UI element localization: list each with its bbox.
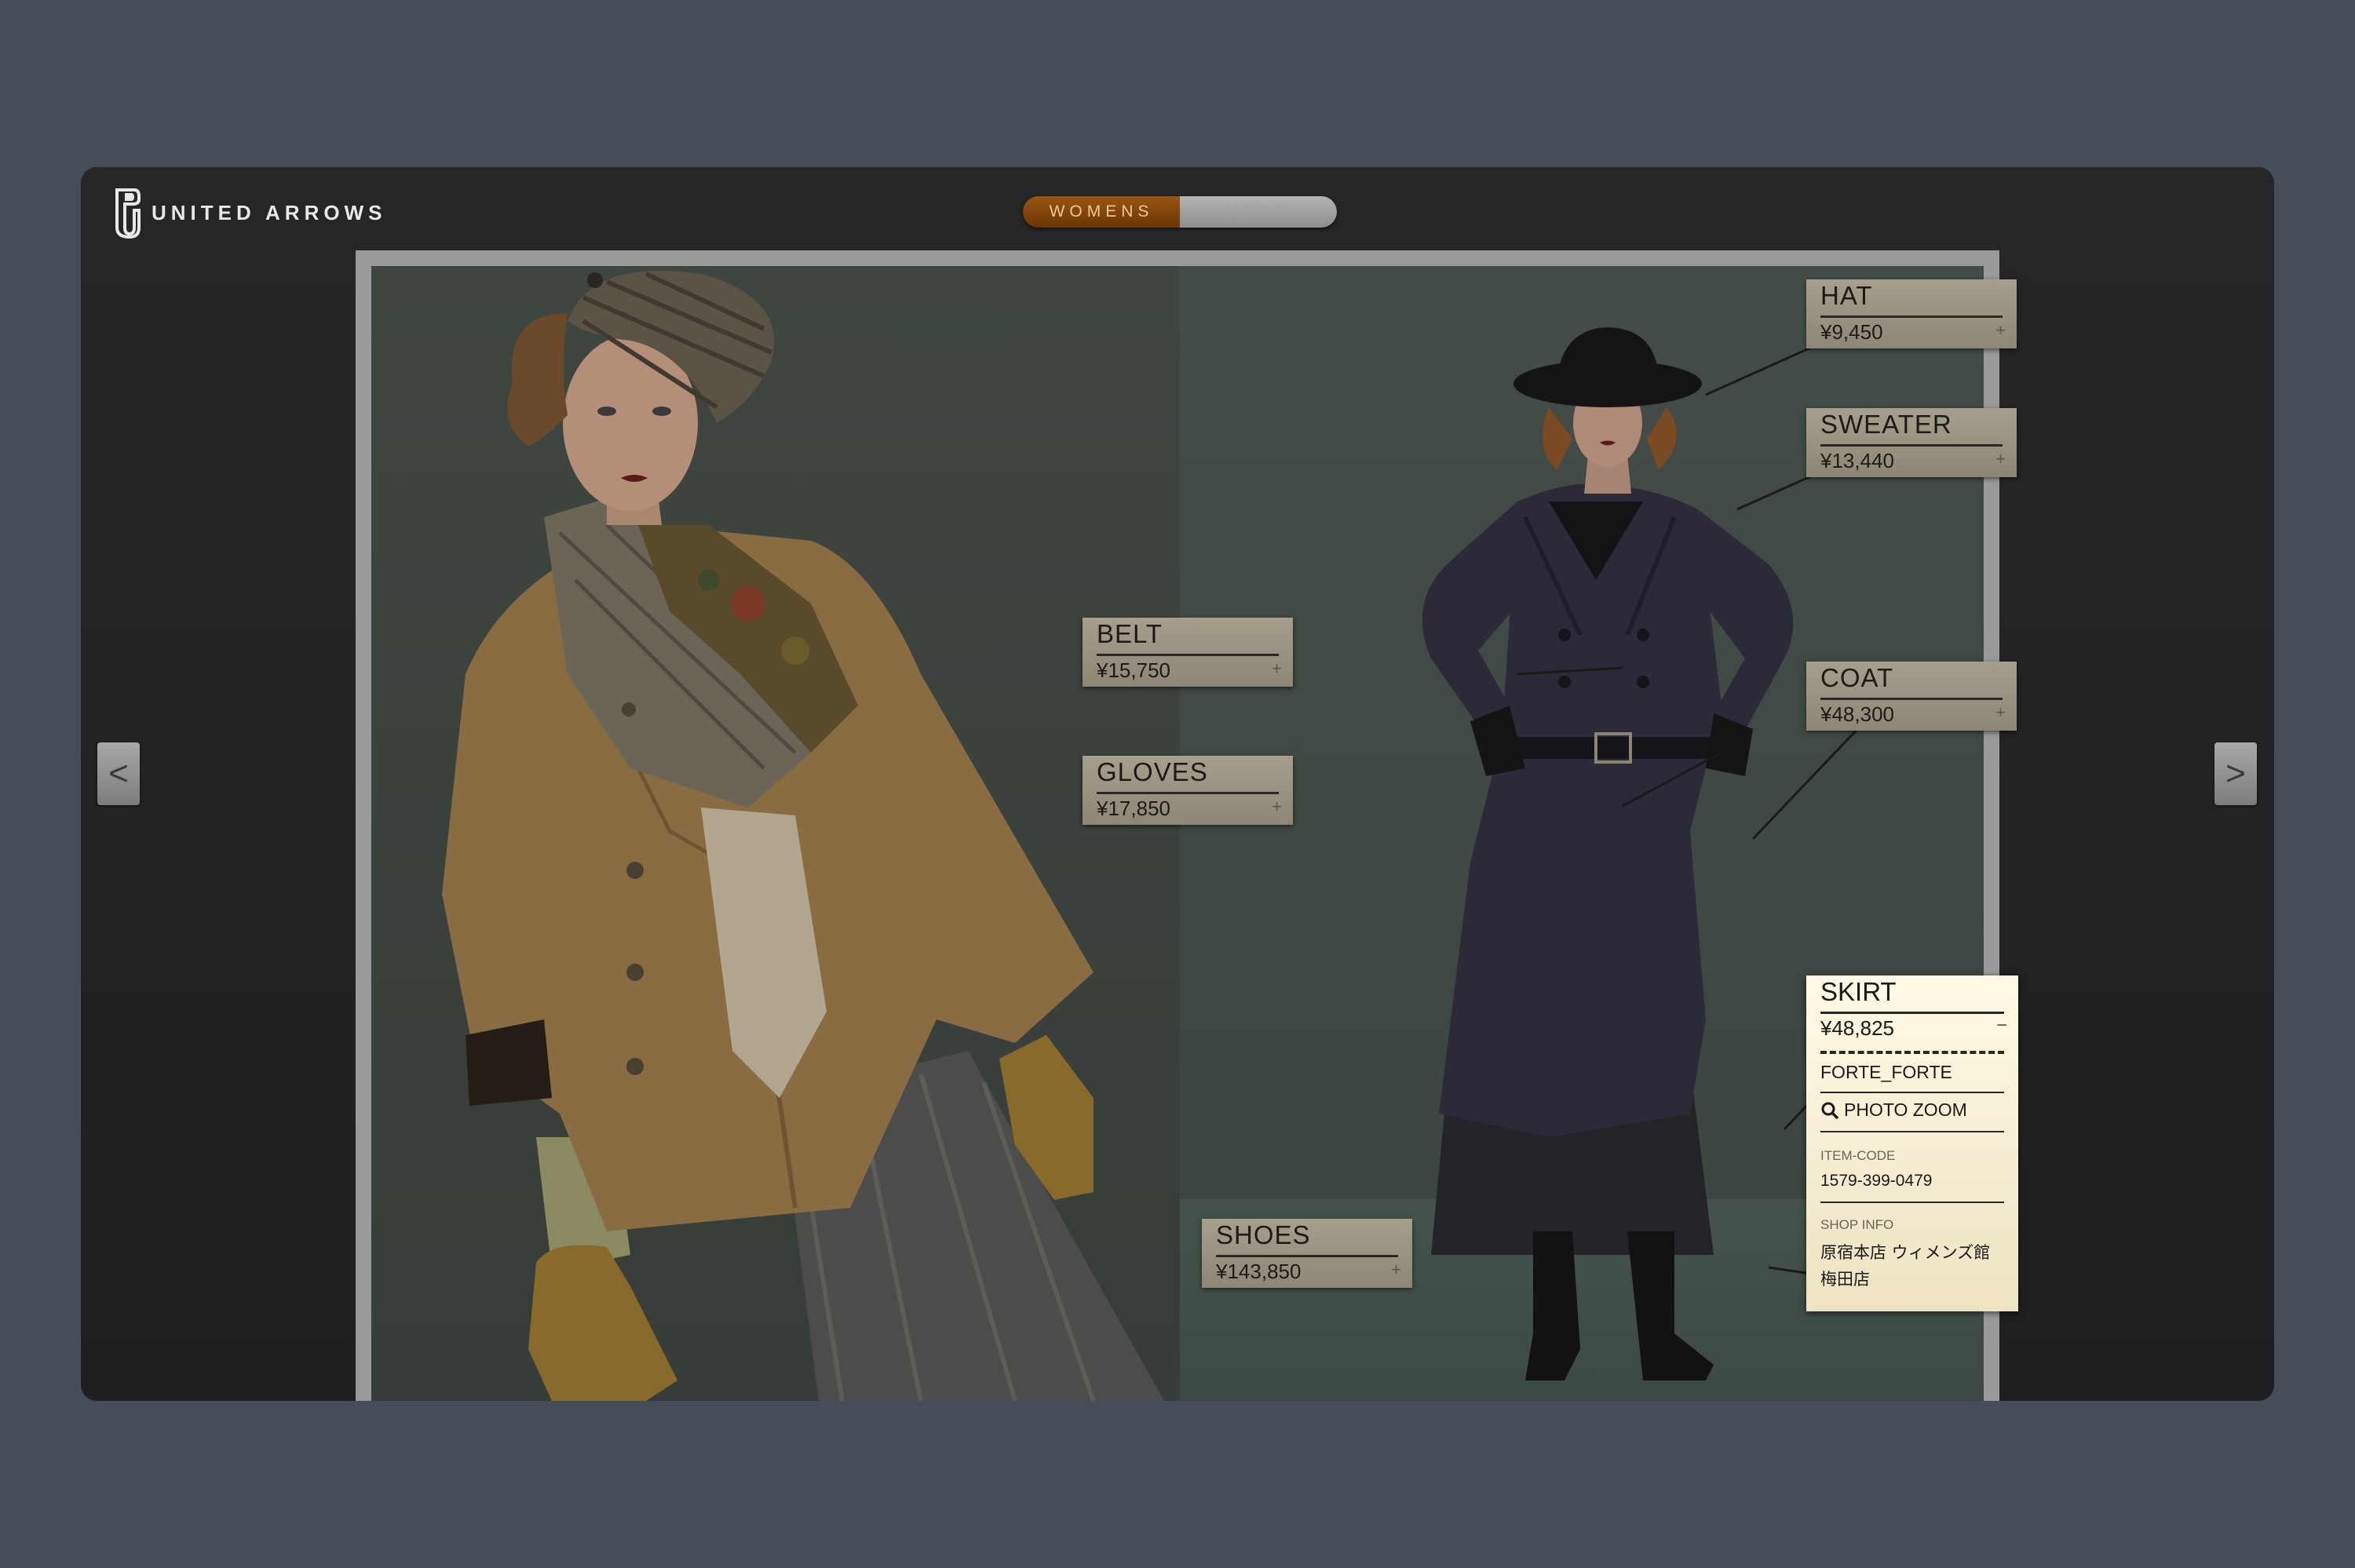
expand-icon[interactable]: + — [1272, 797, 1282, 817]
left-model-figure — [442, 271, 1164, 1401]
item-brand[interactable]: FORTE_FORTE — [1820, 1062, 1952, 1083]
next-button[interactable]: > — [2214, 742, 2257, 805]
tag-price: ¥15,750 — [1097, 658, 1170, 682]
divider — [1820, 1202, 2004, 1203]
tag-name: HAT — [1820, 281, 1873, 310]
tag-divider — [1820, 315, 2003, 318]
tab-mens[interactable]: MENS — [1180, 196, 1337, 228]
item-code-label: ITEM-CODE — [1820, 1148, 1896, 1163]
tag-name: SWEATER — [1820, 410, 1952, 439]
tag-hat[interactable]: HAT ¥9,450 + — [1806, 279, 2017, 348]
expand-icon[interactable]: + — [1995, 320, 2006, 341]
tag-belt[interactable]: BELT ¥15,750 + — [1083, 618, 1293, 687]
tag-divider — [1216, 1255, 1398, 1257]
right-model-figure — [1422, 327, 1794, 1380]
tag-sweater[interactable]: SWEATER ¥13,440 + — [1806, 408, 2017, 477]
shop-info-value[interactable]: 原宿本店 ウィメンズ館 梅田店 — [1820, 1239, 2006, 1293]
dashed-divider — [1820, 1051, 2004, 1054]
expand-icon[interactable]: + — [1995, 702, 2006, 723]
tag-name: SHOES — [1216, 1220, 1311, 1249]
photo-zoom-label: PHOTO ZOOM — [1844, 1099, 1967, 1120]
tag-divider — [1820, 1012, 2004, 1014]
collapse-icon[interactable]: − — [1996, 1015, 2007, 1037]
tag-name: GLOVES — [1097, 757, 1208, 786]
app-window: UNITED ARROWS WOMENS MENS < > HAT ¥9,450… — [81, 167, 2274, 1401]
tag-coat[interactable]: COAT ¥48,300 + — [1806, 662, 2017, 731]
tag-price: ¥9,450 — [1820, 320, 1883, 344]
tab-womens[interactable]: WOMENS — [1023, 196, 1180, 228]
photo-frame — [356, 250, 1999, 1401]
expand-icon[interactable]: + — [1391, 1260, 1401, 1280]
gender-toggle[interactable]: WOMENS MENS — [1023, 196, 1337, 228]
tag-name: SKIRT — [1820, 977, 1897, 1006]
lookbook-photo — [371, 266, 1984, 1401]
brand-logo[interactable]: UNITED ARROWS — [114, 186, 386, 239]
tag-name: COAT — [1820, 663, 1894, 692]
expand-icon[interactable]: + — [1995, 449, 2006, 469]
tag-price: ¥143,850 — [1216, 1260, 1302, 1283]
models-illustration — [442, 271, 1895, 1401]
tag-divider — [1097, 654, 1279, 656]
tag-name: BELT — [1097, 619, 1163, 648]
tag-skirt-expanded[interactable]: SKIRT ¥48,825 − FORTE_FORTE PHOTO ZOOM I… — [1806, 975, 2018, 1311]
divider — [1820, 1131, 2004, 1132]
tag-divider — [1097, 792, 1279, 794]
tag-price: ¥17,850 — [1097, 797, 1170, 820]
tag-price: ¥48,300 — [1820, 702, 1894, 726]
tag-divider — [1820, 444, 2003, 447]
prev-button[interactable]: < — [97, 742, 140, 805]
photo-zoom-link[interactable]: PHOTO ZOOM — [1820, 1099, 1967, 1121]
brand-name: UNITED ARROWS — [152, 200, 387, 224]
tag-shoes[interactable]: SHOES ¥143,850 + — [1202, 1219, 1412, 1288]
magnifier-icon — [1821, 1102, 1839, 1119]
tag-gloves[interactable]: GLOVES ¥17,850 + — [1083, 756, 1293, 825]
shop-info-label: SHOP INFO — [1820, 1217, 1894, 1232]
divider — [1820, 1092, 2004, 1093]
expand-icon[interactable]: + — [1272, 658, 1282, 679]
arrow-shield-logo-icon — [115, 188, 141, 239]
tag-price: ¥48,825 — [1820, 1016, 1894, 1040]
item-code-value: 1579-399-0479 — [1820, 1172, 1933, 1190]
tag-price: ¥13,440 — [1820, 449, 1894, 472]
tag-divider — [1820, 698, 2003, 700]
